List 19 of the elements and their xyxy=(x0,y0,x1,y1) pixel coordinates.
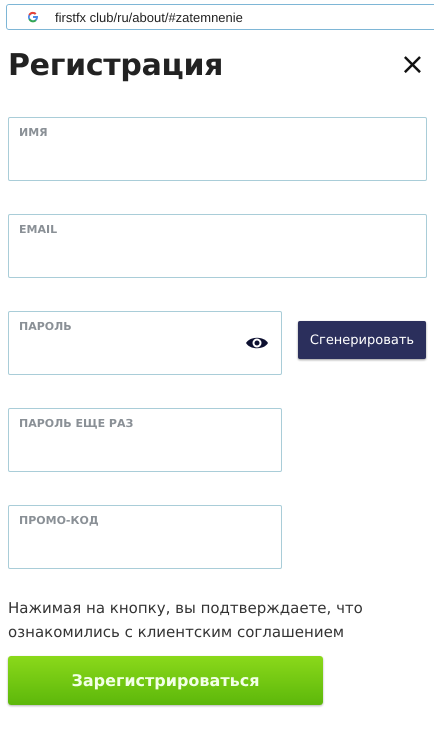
generate-button[interactable]: Сгенерировать xyxy=(298,321,426,359)
register-button[interactable]: Зарегистрироваться xyxy=(8,656,323,705)
field-label: EMAIL xyxy=(19,223,58,236)
address-bar[interactable]: firstfx club/ru/about/#zatemnenie xyxy=(6,4,434,30)
input-field[interactable]: ПАРОЛЬ ЕЩЕ РАЗ xyxy=(8,408,282,472)
field-label: ПАРОЛЬ xyxy=(19,320,73,333)
dialog-title: Регистрация xyxy=(8,48,224,82)
input-field[interactable]: EMAIL xyxy=(8,214,427,278)
agreement-notice: Нажимая на кнопку, вы подтверждаете, что ознакомились с клиентским соглашением xyxy=(8,598,364,643)
input-field[interactable]: ПРОМО-КОД xyxy=(8,505,282,569)
field-label: ПРОМО-КОД xyxy=(19,514,100,527)
input-field[interactable]: ПАРОЛЬ xyxy=(8,311,282,375)
field-label: ИМЯ xyxy=(19,126,49,139)
url-text: firstfx club/ru/about/#zatemnenie xyxy=(55,10,243,24)
close-button[interactable]: × xyxy=(400,50,425,80)
input-field[interactable]: ИМЯ xyxy=(8,117,427,181)
google-icon xyxy=(27,11,39,23)
eye-icon[interactable] xyxy=(245,335,269,351)
field-label: ПАРОЛЬ ЕЩЕ РАЗ xyxy=(19,417,134,430)
